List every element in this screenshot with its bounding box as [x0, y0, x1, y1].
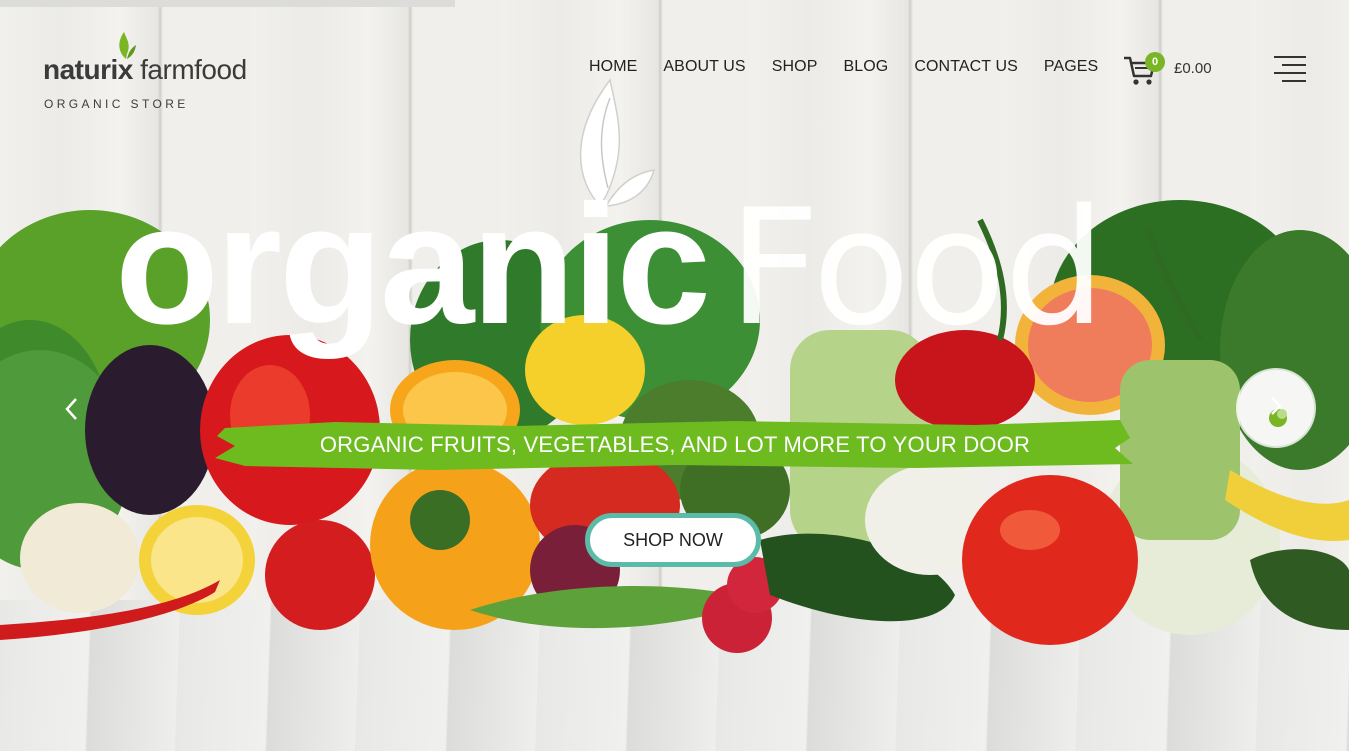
hero-headline: organic Food — [115, 180, 1106, 350]
nav-contact-us[interactable]: CONTACT US — [914, 58, 1018, 76]
nav-about-us[interactable]: ABOUT US — [663, 58, 745, 76]
brand-name: naturix farmfood — [43, 54, 247, 86]
hero-subtitle-banner: ORGANIC FRUITS, VEGETABLES, AND LOT MORE… — [215, 418, 1135, 472]
nav-blog[interactable]: BLOG — [843, 58, 888, 76]
next-slide-preview-icon — [1269, 397, 1287, 427]
next-slide-thumbnail[interactable] — [1238, 370, 1314, 446]
nav-pages[interactable]: PAGES — [1044, 58, 1098, 76]
chevron-left-icon[interactable] — [62, 395, 82, 423]
hero-subtitle: ORGANIC FRUITS, VEGETABLES, AND LOT MORE… — [319, 432, 1031, 457]
brand-tagline: ORGANIC STORE — [44, 97, 189, 111]
nav-home[interactable]: HOME — [589, 58, 637, 76]
hamburger-menu-icon[interactable] — [1272, 54, 1306, 86]
brand-name-light: farmfood — [140, 54, 247, 85]
hero-headline-bold: organic — [115, 170, 711, 360]
cart-count-badge: 0 — [1145, 52, 1165, 72]
cart-total: £0.00 — [1174, 60, 1212, 77]
brand-name-bold: naturix — [43, 54, 133, 85]
cart-button[interactable]: 0 £0.00 — [1123, 50, 1233, 90]
top-strip — [0, 0, 455, 7]
hero-headline-light: Food — [728, 174, 1106, 361]
nav-shop[interactable]: SHOP — [772, 58, 818, 76]
main-nav: HOME ABOUT US SHOP BLOG CONTACT US PAGES — [589, 58, 1124, 76]
shop-now-button[interactable]: SHOP NOW — [585, 513, 761, 567]
